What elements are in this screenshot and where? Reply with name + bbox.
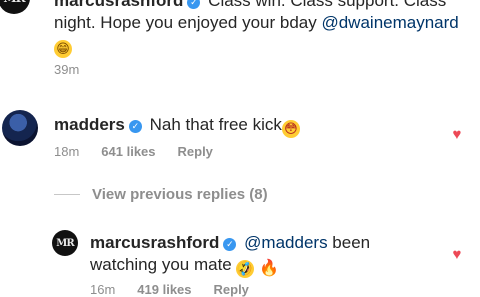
heart-icon[interactable]: ♥ [450,127,464,142]
comment-meta: 39m [54,62,79,77]
avatar-monogram: MR [56,237,74,249]
comment-text: marcusrashford ✓ @madders been watching y… [90,232,430,281]
divider-line [54,194,80,195]
comment-time: 18m [54,144,80,159]
comment-time: 39m [54,62,80,77]
comment-time: 16m [90,282,116,297]
comment-meta: 16m 419 likes Reply [90,282,249,297]
heart-icon[interactable]: ♥ [450,247,464,262]
flushed-emoji-icon: 😳 [281,120,300,138]
comment-likes[interactable]: 641 likes [101,144,155,159]
comment-mention[interactable]: @madders [244,233,327,252]
comment-likes[interactable]: 419 likes [137,282,191,297]
view-previous-replies-label[interactable]: View previous replies (8) [92,186,268,203]
comment-body: Nah that free kick [149,115,282,134]
comment-username[interactable]: madders [54,115,125,134]
avatar[interactable] [2,110,38,146]
comment-meta: 18m 641 likes Reply [54,144,213,159]
view-previous-replies[interactable]: View previous replies (8) [54,186,268,203]
comment-item: madders ✓ Nah that free kick 😳 18m 641 lik… [0,110,480,170]
verified-badge-icon: ✓ [187,0,201,9]
comment-item: MR marcusrashford ✓ @madders been watchin… [0,228,480,297]
comment-text: marcusrashford ✓ Class win. Class support… [54,0,474,58]
reply-button[interactable]: Reply [214,282,249,297]
grin-emoji-icon: 😁 [54,40,72,58]
avatar[interactable]: MR [0,0,30,14]
verified-badge-icon: ✓ [128,120,142,133]
verified-badge-icon: ✓ [223,238,237,251]
comment-username[interactable]: marcusrashford [54,0,183,10]
fire-emoji-icon: 🔥 [259,260,280,277]
avatar[interactable]: MR [52,230,78,256]
comment-item: MR marcusrashford✓ Class win. Class supp… [0,0,480,86]
rofl-emoji-icon: 🤣 [233,257,258,281]
comment-mention[interactable]: @dwainemaynard [321,13,458,32]
avatar-monogram: MR [3,0,25,5]
comment-text: madders ✓ Nah that free kick 😳 [54,114,434,138]
reply-button[interactable]: Reply [178,144,213,159]
comment-username[interactable]: marcusrashford [90,233,219,252]
